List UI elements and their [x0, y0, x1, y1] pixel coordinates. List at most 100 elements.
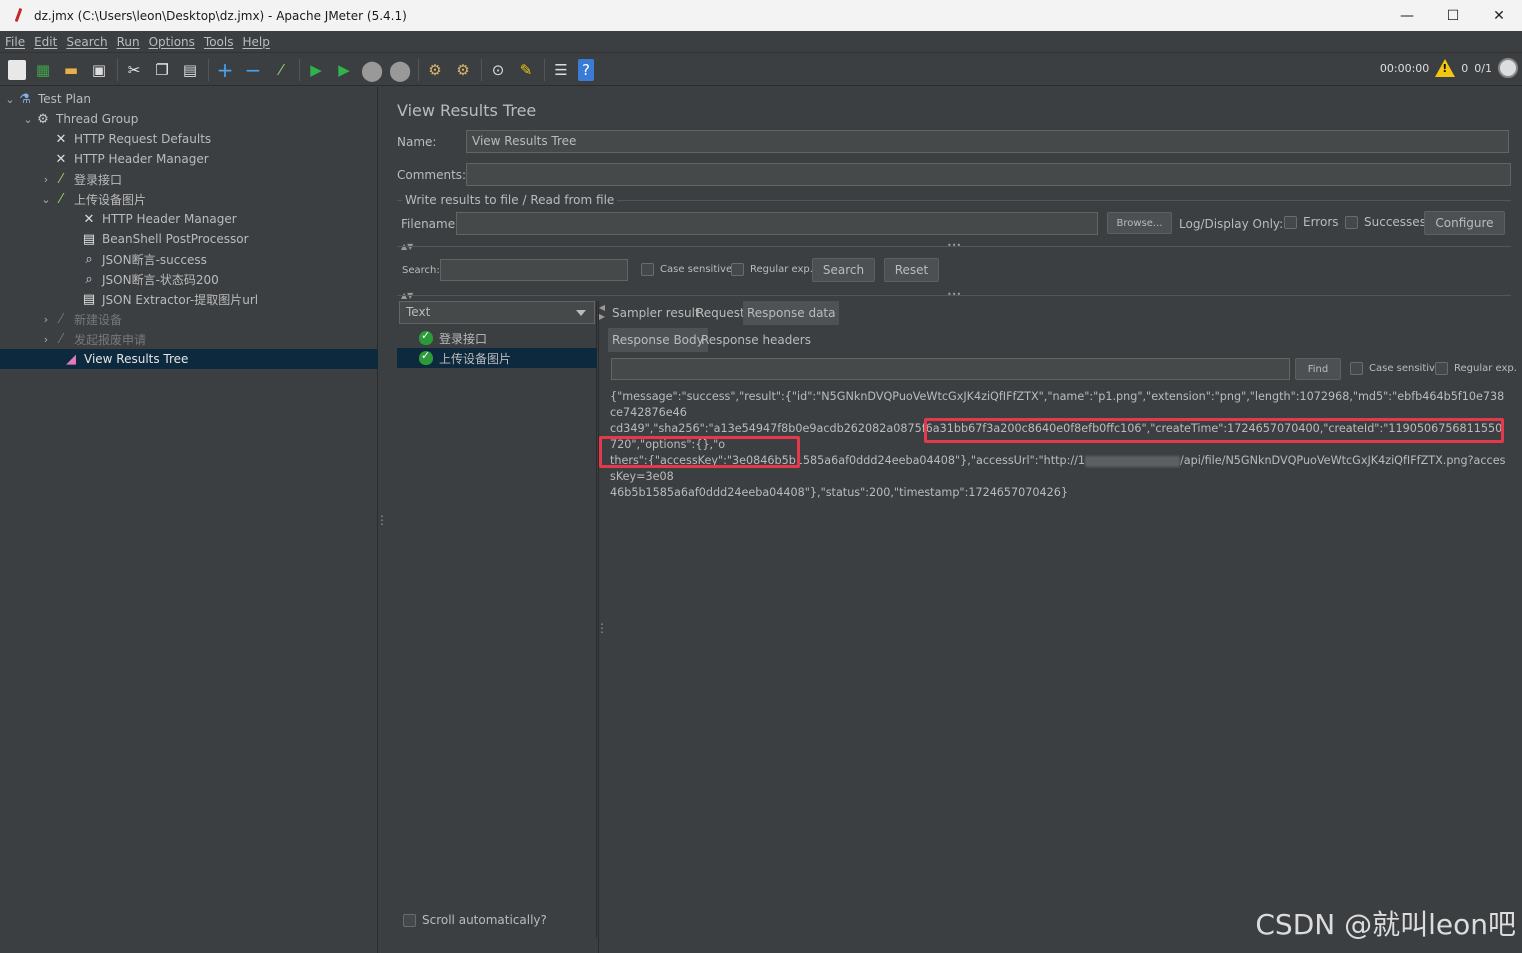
checkbox-box[interactable] — [641, 263, 654, 276]
tab-response-data[interactable]: Response data — [743, 301, 840, 325]
tree-item-view-results-tree[interactable]: ◢ View Results Tree — [0, 349, 378, 369]
response-line: 46b5b1585a6af0ddd24eeba04408"},"status":… — [610, 485, 1506, 501]
stop-icon[interactable]: ⬤ — [361, 58, 383, 82]
checkbox-box[interactable] — [731, 263, 744, 276]
split-handle-icon[interactable]: ••• — [947, 289, 961, 299]
expand-icon[interactable]: + — [214, 58, 236, 82]
templates-icon[interactable]: ▦ — [32, 59, 54, 81]
tree-item-http-request-defaults[interactable]: ✕ HTTP Request Defaults — [0, 129, 378, 149]
tree-item-test-plan[interactable]: ⌄ ⚗ Test Plan — [0, 89, 378, 109]
tree-item-new-device[interactable]: › ⁄ 新建设备 — [0, 309, 378, 329]
menu-options[interactable]: Options — [149, 35, 195, 49]
menu-tools[interactable]: Tools — [204, 35, 234, 49]
checkbox-box[interactable] — [1284, 215, 1297, 229]
find-field[interactable] — [611, 358, 1290, 380]
copy-icon[interactable]: ❐ — [151, 59, 173, 81]
tree-item-beanshell[interactable]: ▤ BeanShell PostProcessor — [0, 229, 378, 249]
reset-search-icon[interactable]: ✎ — [515, 59, 537, 81]
new-icon[interactable] — [8, 59, 26, 80]
close-button[interactable]: ✕ — [1476, 0, 1522, 31]
name-field[interactable]: View Results Tree — [466, 130, 1509, 153]
arrow-right-icon[interactable]: ▶ — [599, 312, 605, 321]
checkbox-box[interactable] — [1350, 362, 1363, 375]
function-helper-icon[interactable]: ☰ — [550, 59, 572, 81]
clear-icon[interactable]: ⚙ — [424, 59, 446, 81]
regex-checkbox[interactable]: Regular exp. — [731, 263, 813, 276]
result-splitter[interactable]: ◀ ▶ ⋮ — [596, 301, 608, 953]
chevron-right-icon[interactable]: › — [40, 173, 52, 186]
find-button[interactable]: Find — [1295, 358, 1341, 380]
elapsed-timer: 00:00:00 — [1379, 61, 1430, 75]
comments-field[interactable] — [466, 163, 1511, 186]
collapse-icon[interactable]: − — [242, 58, 264, 82]
result-item-label: 登录接口 — [439, 331, 488, 346]
open-icon[interactable]: ▬ — [60, 59, 82, 81]
maximize-button[interactable]: ☐ — [1430, 0, 1476, 31]
start-icon[interactable]: ▶ — [305, 59, 327, 81]
renderer-select[interactable]: Text — [399, 301, 595, 324]
menu-edit[interactable]: Edit — [34, 35, 57, 49]
split-handle-icon[interactable]: ••• — [947, 240, 961, 250]
clear-all-icon[interactable]: ⚙ — [452, 59, 474, 81]
tree-item-json-assert-success[interactable]: ⌕ JSON断言-success — [0, 249, 378, 269]
arrow-left-icon[interactable]: ◀ — [599, 303, 605, 312]
filename-field[interactable] — [456, 212, 1098, 235]
menu-file[interactable]: File — [5, 35, 25, 49]
case-sensitive-checkbox[interactable]: Case sensitive — [641, 263, 732, 276]
chevron-right-icon[interactable]: › — [40, 333, 52, 346]
checkbox-box[interactable] — [1345, 215, 1358, 229]
chevron-down-icon[interactable]: ⌄ — [4, 93, 16, 106]
menu-run[interactable]: Run — [117, 35, 140, 49]
search-button[interactable]: Search — [812, 258, 875, 282]
start-no-pause-icon[interactable]: ▶ — [333, 59, 355, 81]
search-field[interactable] — [440, 259, 628, 281]
result-item-login[interactable]: 登录接口 — [397, 328, 597, 348]
csdn-watermark: CSDN @就叫leon吧 — [1255, 908, 1516, 941]
tab-response-headers[interactable]: Response headers — [697, 328, 815, 352]
find-case-sensitive-checkbox[interactable]: Case sensitive — [1350, 362, 1441, 375]
tree-item-label: View Results Tree — [84, 352, 189, 366]
paste-icon[interactable]: ▤ — [179, 59, 201, 81]
main-splitter[interactable]: ⋮ — [376, 87, 388, 953]
errors-checkbox[interactable]: Errors — [1284, 215, 1339, 229]
configure-button[interactable]: Configure — [1424, 211, 1505, 235]
minimize-button[interactable]: — — [1384, 0, 1430, 31]
file-group-title: Write results to file / Read from file — [402, 193, 618, 207]
tree-item-thread-group[interactable]: ⌄ ⚙ Thread Group — [0, 109, 378, 129]
tab-request[interactable]: Request — [692, 301, 749, 325]
tree-item-json-assert-200[interactable]: ⌕ JSON断言-状态码200 — [0, 269, 378, 289]
warning-icon[interactable] — [1435, 59, 1456, 77]
save-icon[interactable]: ▣ — [88, 59, 110, 81]
filename-label: Filename — [401, 217, 456, 231]
toolbar-separator — [544, 58, 545, 81]
tree-item-http-header-manager[interactable]: ✕ HTTP Header Manager — [0, 149, 378, 169]
find-regex-checkbox[interactable]: Regular exp. — [1435, 362, 1517, 375]
chevron-down-icon[interactable]: ⌄ — [40, 193, 52, 206]
tree-item-http-header-manager-2[interactable]: ✕ HTTP Header Manager — [0, 209, 378, 229]
cut-icon[interactable]: ✂ — [123, 59, 145, 81]
chevron-right-icon[interactable]: › — [40, 313, 52, 326]
checkbox-box[interactable] — [403, 913, 416, 927]
tab-response-body[interactable]: Response Body — [608, 328, 708, 352]
search-icon[interactable]: ⊙ — [487, 59, 509, 81]
tree-item-json-extractor[interactable]: ▤ JSON Extractor-提取图片url — [0, 289, 378, 309]
tree-item-scrap-request[interactable]: › ⁄ 发起报废申请 — [0, 329, 378, 349]
help-icon[interactable]: ? — [578, 58, 594, 81]
scroll-automatically-checkbox[interactable]: Scroll automatically? — [403, 913, 547, 927]
chevron-down-icon[interactable] — [576, 310, 586, 316]
shutdown-icon[interactable]: ⬤ — [389, 58, 411, 82]
browse-button[interactable]: Browse... — [1107, 212, 1172, 234]
successes-checkbox[interactable]: Successes — [1345, 215, 1426, 229]
menu-search[interactable]: Search — [66, 35, 107, 49]
tree-item-login-api[interactable]: › ⁄ 登录接口 — [0, 169, 378, 189]
tree-item-label: HTTP Header Manager — [74, 152, 209, 166]
menu-help[interactable]: Help — [242, 35, 269, 49]
toggle-icon[interactable]: ⁄ — [270, 59, 292, 81]
tab-sampler-result[interactable]: Sampler result — [608, 301, 704, 325]
chevron-down-icon[interactable]: ⌄ — [22, 113, 34, 126]
toolbar: ▦ ▬ ▣ ✂ ❐ ▤ + − ⁄ ▶ ▶ ⬤ ⬤ ⚙ ⚙ ⊙ ✎ ☰ ? 00… — [0, 54, 1522, 86]
result-item-upload[interactable]: 上传设备图片 — [397, 348, 597, 368]
checkbox-box[interactable] — [1435, 362, 1448, 375]
tree-item-upload-image[interactable]: ⌄ ⁄ 上传设备图片 — [0, 189, 378, 209]
reset-button[interactable]: Reset — [884, 258, 939, 282]
